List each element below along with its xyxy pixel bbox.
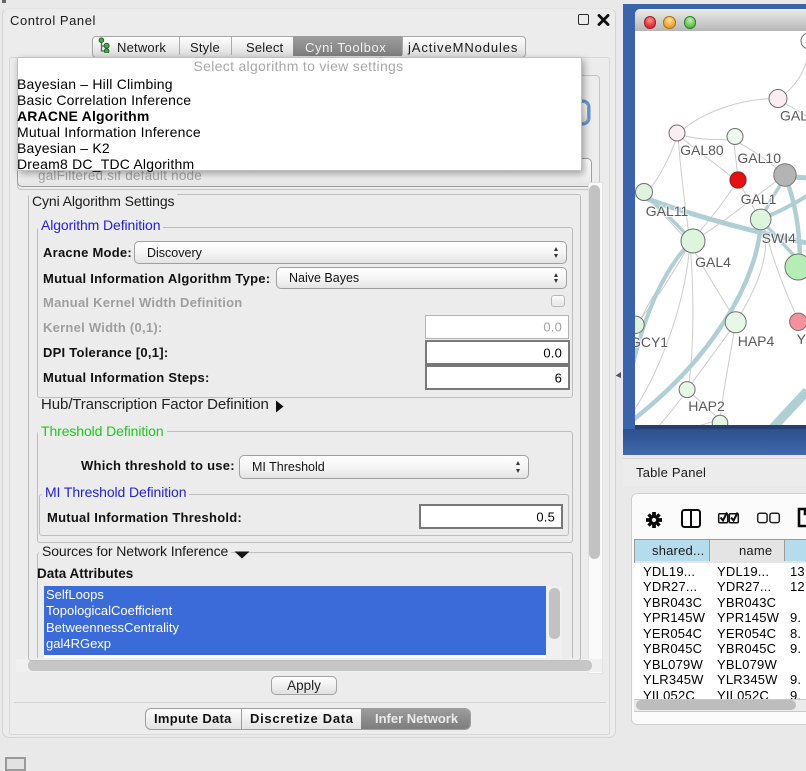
svg-text:GAL11: GAL11 bbox=[646, 203, 689, 219]
svg-text:GCY1: GCY1 bbox=[635, 334, 668, 350]
svg-text:GAL7: GAL7 bbox=[780, 108, 806, 124]
svg-text:HAP4: HAP4 bbox=[738, 333, 775, 349]
svg-text:GAL1: GAL1 bbox=[741, 191, 777, 207]
svg-text:HAP2: HAP2 bbox=[688, 398, 725, 414]
svg-text:GAL10: GAL10 bbox=[737, 150, 781, 166]
svg-text:Y: Y bbox=[797, 331, 806, 347]
svg-text:GAL4: GAL4 bbox=[695, 254, 731, 270]
svg-text:SWI4: SWI4 bbox=[762, 230, 796, 246]
svg-text:GAL80: GAL80 bbox=[680, 142, 724, 158]
